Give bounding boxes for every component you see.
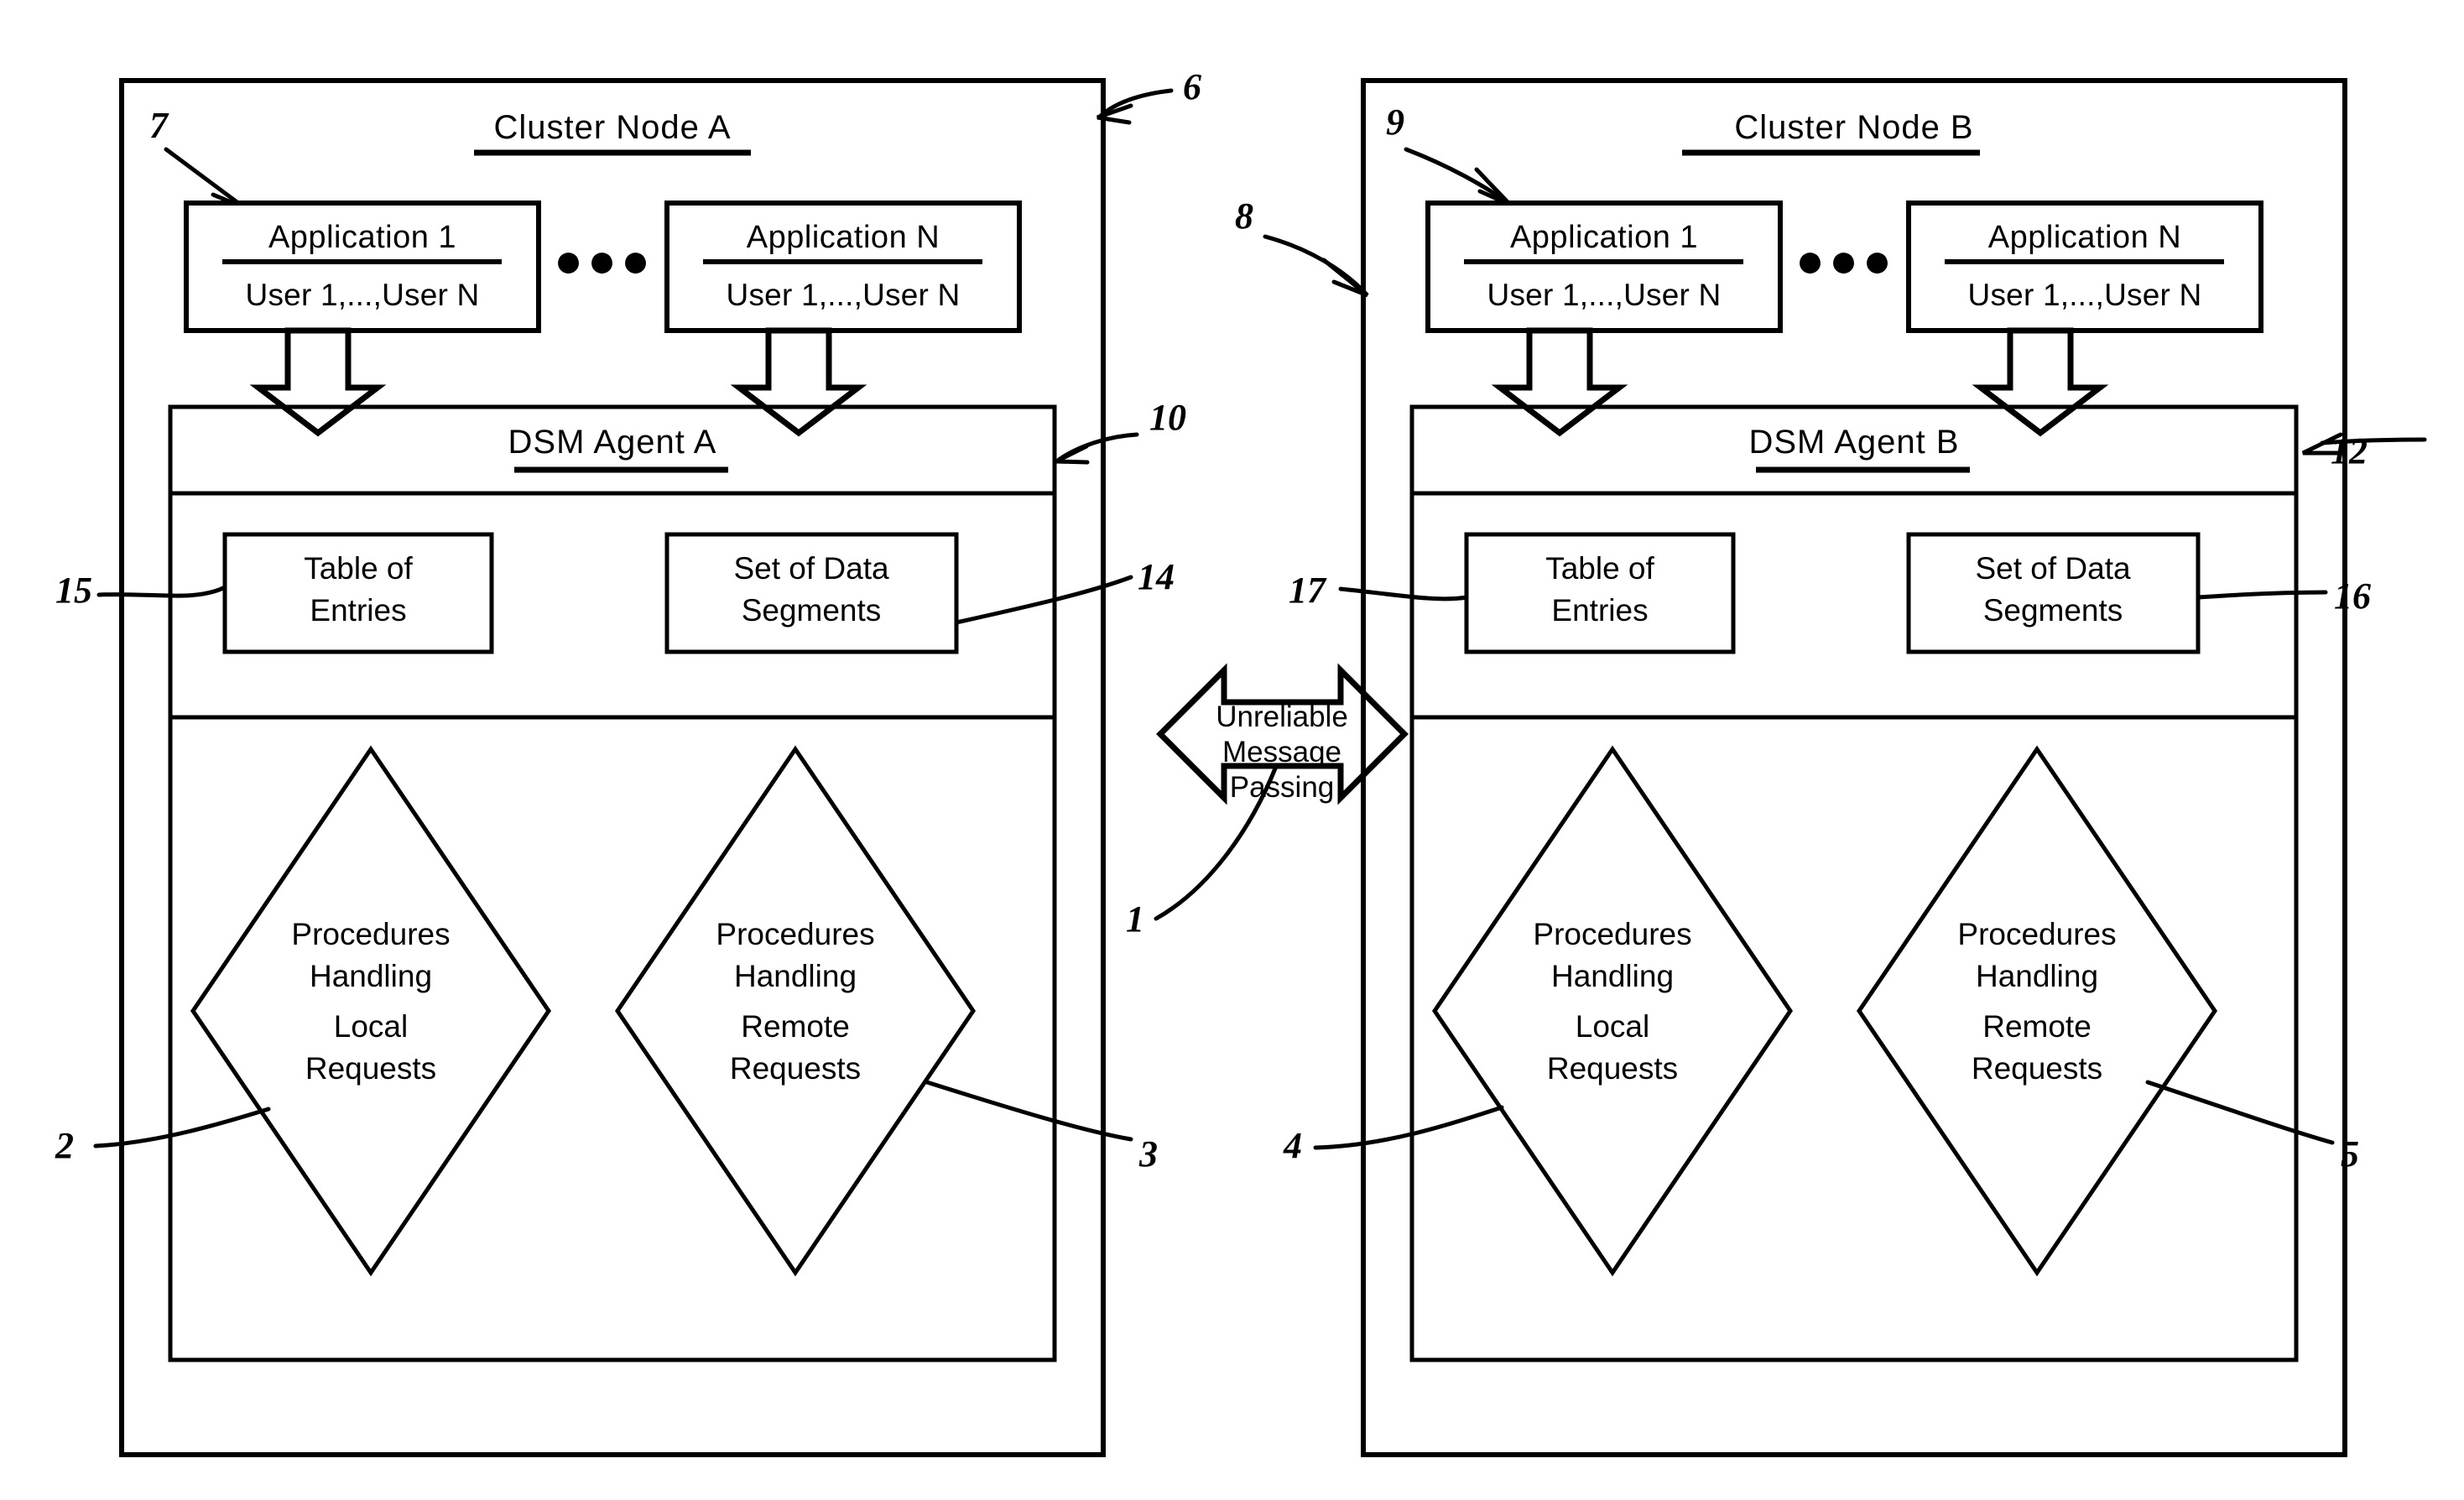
diamond-local-a-line4: Requests: [305, 1051, 436, 1086]
application-b-1-users: User 1,...,User N: [1487, 278, 1722, 312]
table-of-entries-a-line1: Table of: [304, 551, 413, 586]
ref-leader-8: [1263, 234, 1368, 296]
table-of-entries-a-line2: Entries: [310, 593, 406, 628]
application-a-n-users: User 1,...,User N: [727, 278, 961, 312]
ref-leader-3: [925, 1080, 1133, 1142]
flow-arrow-b-n: [1972, 327, 2109, 437]
ref-leader-5: [2145, 1080, 2335, 1145]
ref-leader-15: [96, 585, 227, 598]
diamond-local-b-line2: Handling: [1551, 959, 1674, 993]
diamond-local-b-line4: Requests: [1547, 1051, 1678, 1086]
ref-label-16: 16: [2334, 576, 2371, 617]
diamond-local-a-line1: Procedures: [291, 917, 450, 951]
ref-leader-16: [2196, 590, 2328, 600]
cluster-node-a-title: Cluster Node A: [493, 109, 731, 146]
application-a-1-name: Application 1: [268, 220, 456, 255]
ref-label-17: 17: [1289, 570, 1327, 611]
diamond-remote-a-line1: Procedures: [716, 917, 874, 951]
application-b-1-name: Application 1: [1510, 220, 1698, 255]
set-of-data-segments-b-line2: Segments: [1983, 593, 2123, 628]
flow-arrow-a-n: [730, 327, 867, 437]
table-of-entries-b-line1: Table of: [1545, 551, 1654, 586]
ref-label-6: 6: [1183, 66, 1201, 107]
diamond-remote-a-line4: Requests: [730, 1051, 861, 1086]
application-b-n-name: Application N: [1988, 220, 2181, 255]
diamond-remote-b-line4: Requests: [1972, 1051, 2102, 1086]
diamond-local-b-line3: Local: [1576, 1009, 1649, 1044]
diamond-remote-a-line3: Remote: [741, 1009, 850, 1044]
ref-label-10: 10: [1149, 397, 1186, 438]
ref-label-8: 8: [1235, 195, 1253, 237]
diamond-remote-b-line3: Remote: [1982, 1009, 2092, 1044]
diamond-remote-b-line2: Handling: [1976, 959, 2098, 993]
ref-label-15: 15: [55, 570, 92, 611]
link-label-line2: Message: [1222, 736, 1341, 768]
application-a-1-users: User 1,...,User N: [246, 278, 480, 312]
set-of-data-segments-a-line1: Set of Data: [733, 551, 889, 586]
application-b-n-users: User 1,...,User N: [1968, 278, 2202, 312]
dsm-agent-a-title: DSM Agent A: [508, 424, 717, 461]
figure-canvas: Cluster Node A 7 Application 1 User 1,..…: [0, 0, 2464, 1500]
ref-leader-7: [164, 147, 244, 208]
diamond-remote-a-line2: Handling: [734, 959, 857, 993]
set-of-data-segments-b-line1: Set of Data: [1975, 551, 2131, 586]
flow-arrow-b-1: [1491, 327, 1628, 437]
diamond-remote-b-line1: Procedures: [1957, 917, 2116, 951]
dsm-agent-b-title: DSM Agent B: [1748, 424, 1959, 461]
cluster-node-b-title: Cluster Node B: [1734, 109, 1973, 146]
ref-label-3: 3: [1138, 1133, 1158, 1174]
diamond-local-b-line1: Procedures: [1533, 917, 1691, 951]
ref-leader-4: [1313, 1105, 1504, 1150]
ref-label-7: 7: [149, 105, 169, 146]
ref-label-5: 5: [2341, 1133, 2359, 1174]
link-label-line3: Passing: [1230, 771, 1335, 804]
diamond-local-a-line2: Handling: [310, 959, 432, 993]
ref-leader-12: [2320, 437, 2427, 445]
ref-leader-17: [1338, 586, 1469, 602]
ref-leader-10-arrowhead: [1055, 444, 1090, 465]
table-of-entries-b-line2: Entries: [1551, 593, 1648, 628]
app-ellipsis-b: ●●●: [1795, 233, 1896, 288]
ref-label-4: 4: [1283, 1125, 1302, 1166]
ref-label-1: 1: [1126, 898, 1144, 940]
app-ellipsis-a: ●●●: [554, 233, 654, 288]
ref-label-14: 14: [1138, 556, 1175, 597]
diamond-local-a-line3: Local: [334, 1009, 408, 1044]
patent-figure: Cluster Node A 7 Application 1 User 1,..…: [55, 66, 2427, 1457]
flow-arrow-a-1: [249, 327, 387, 437]
ref-label-2: 2: [55, 1125, 74, 1166]
application-a-n-name: Application N: [747, 220, 940, 255]
ref-label-9: 9: [1386, 102, 1404, 143]
set-of-data-segments-a-line2: Segments: [742, 593, 882, 628]
link-label-line1: Unreliable: [1216, 701, 1348, 733]
